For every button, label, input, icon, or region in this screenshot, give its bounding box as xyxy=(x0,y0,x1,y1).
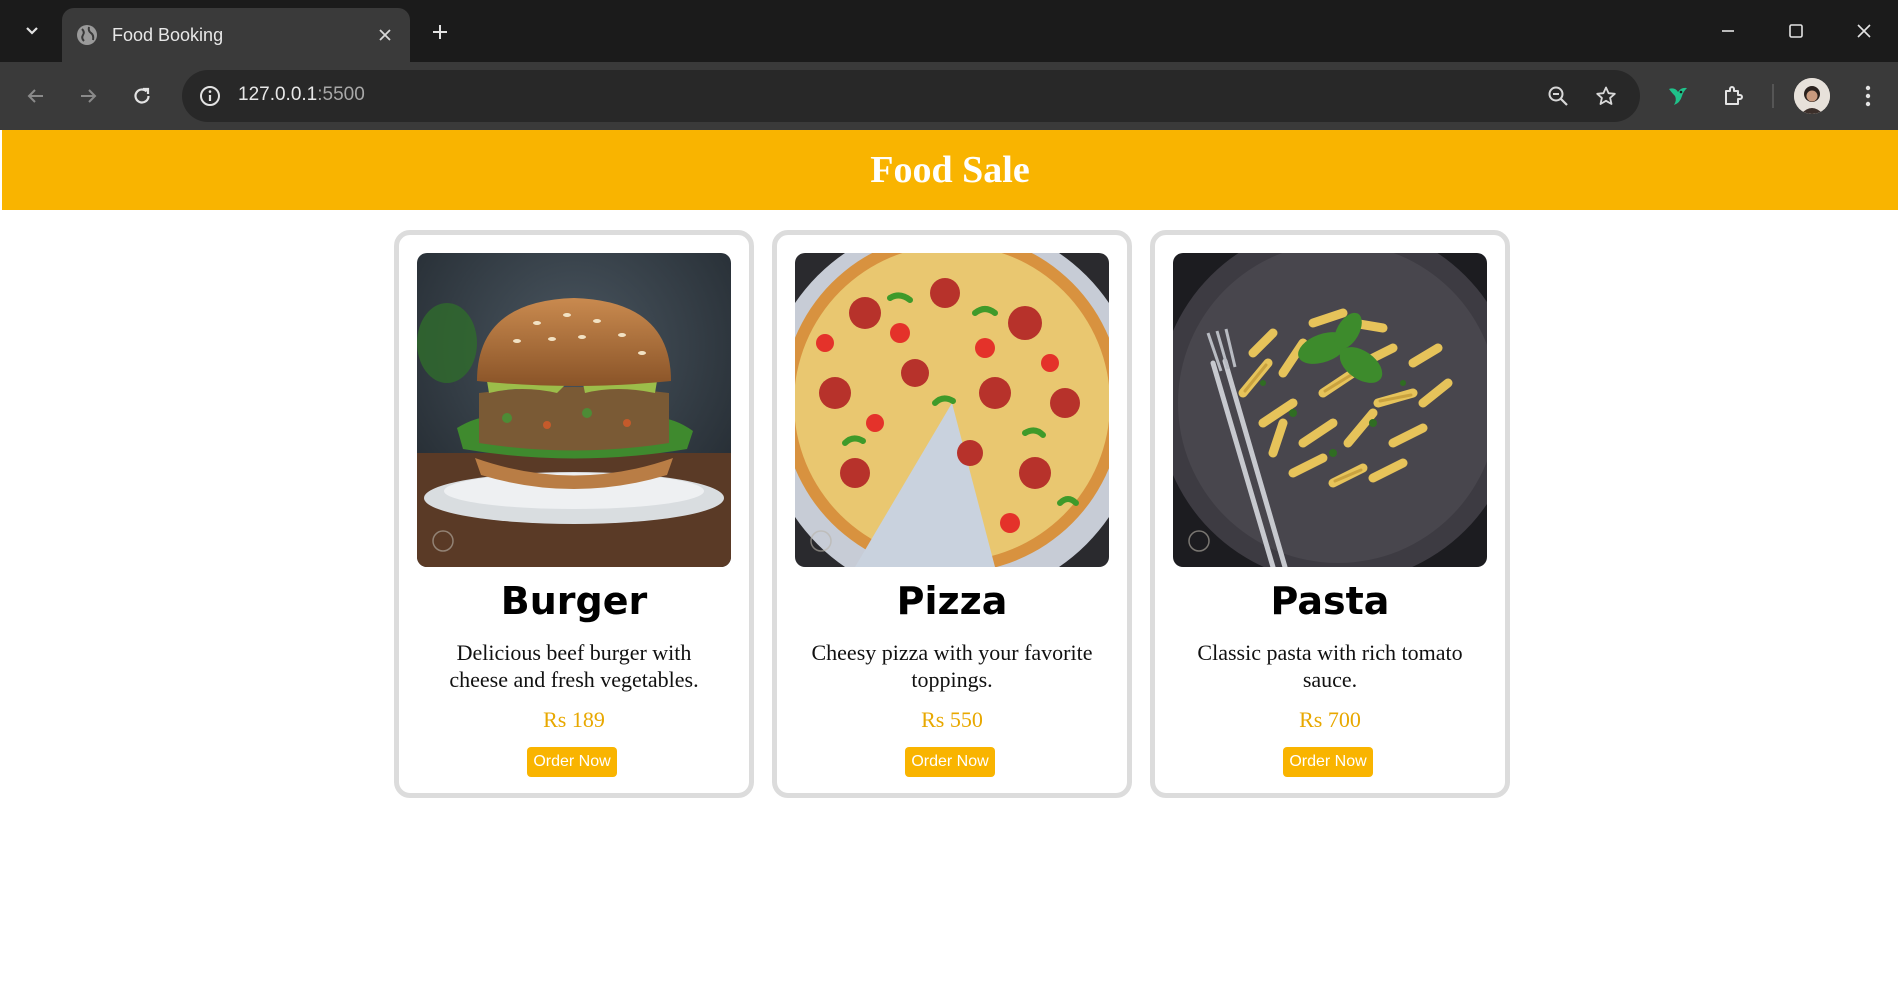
address-bar[interactable]: 127.0.0.1:5500 xyxy=(182,70,1640,122)
food-name: Burger xyxy=(500,579,648,623)
url-port: :5500 xyxy=(317,84,365,105)
pasta-image xyxy=(1173,253,1487,567)
url-host: 127.0.0.1 xyxy=(238,84,318,105)
arrow-left-icon[interactable] xyxy=(16,76,56,116)
reload-icon[interactable] xyxy=(122,76,162,116)
minimize-icon[interactable] xyxy=(1694,0,1762,62)
arrow-right-icon[interactable] xyxy=(68,76,108,116)
url-text: 127.0.0.1:5500 xyxy=(238,84,365,106)
food-name: Pizza xyxy=(896,579,1008,623)
order-now-button[interactable]: Order Now xyxy=(527,747,617,777)
food-card-pizza: Pizza Cheesy pizza with your favorite to… xyxy=(772,230,1132,798)
order-now-button[interactable]: Order Now xyxy=(1283,747,1373,777)
food-name: Pasta xyxy=(1270,579,1390,623)
close-icon[interactable] xyxy=(370,20,400,50)
close-window-icon[interactable] xyxy=(1830,0,1898,62)
chevron-down-icon[interactable] xyxy=(14,12,50,48)
browser-toolbar: 127.0.0.1:5500 xyxy=(0,62,1898,130)
bird-extension-icon[interactable] xyxy=(1658,76,1698,116)
tab-strip: Food Booking xyxy=(0,0,1898,62)
info-icon[interactable] xyxy=(194,80,226,112)
pizza-image xyxy=(795,253,1109,567)
food-price: Rs 189 xyxy=(543,707,605,732)
page-header: Food Sale xyxy=(2,130,1898,210)
browser-tab[interactable]: Food Booking xyxy=(62,8,410,62)
globe-icon xyxy=(76,24,98,46)
page-title: Food Sale xyxy=(870,149,1030,191)
star-icon[interactable] xyxy=(1590,80,1622,112)
burger-image xyxy=(417,253,731,567)
avatar[interactable] xyxy=(1794,78,1830,114)
zoom-out-icon[interactable] xyxy=(1542,80,1574,112)
kebab-menu-icon[interactable] xyxy=(1848,76,1888,116)
toolbar-divider xyxy=(1772,84,1774,108)
food-price: Rs 550 xyxy=(921,707,983,732)
food-description: Cheesy pizza with your favorite toppings… xyxy=(811,640,1093,692)
food-card-pasta: Pasta Classic pasta with rich tomato sau… xyxy=(1150,230,1510,798)
maximize-icon[interactable] xyxy=(1762,0,1830,62)
tab-title: Food Booking xyxy=(112,24,224,45)
puzzle-icon[interactable] xyxy=(1714,76,1754,116)
food-description: Classic pasta with rich tomato sauce. xyxy=(1197,640,1463,692)
food-price: Rs 700 xyxy=(1299,707,1361,732)
food-card-burger: Burger Delicious beef burger with cheese… xyxy=(394,230,754,798)
browser-chrome: Food Booking 127.0.0.1:5500 xyxy=(0,0,1898,130)
page-viewport: Food Sale Burger Delicious beef burger w… xyxy=(0,130,1898,1006)
order-now-button[interactable]: Order Now xyxy=(905,747,995,777)
food-description: Delicious beef burger with cheese and fr… xyxy=(449,640,699,692)
plus-icon[interactable] xyxy=(422,14,458,50)
